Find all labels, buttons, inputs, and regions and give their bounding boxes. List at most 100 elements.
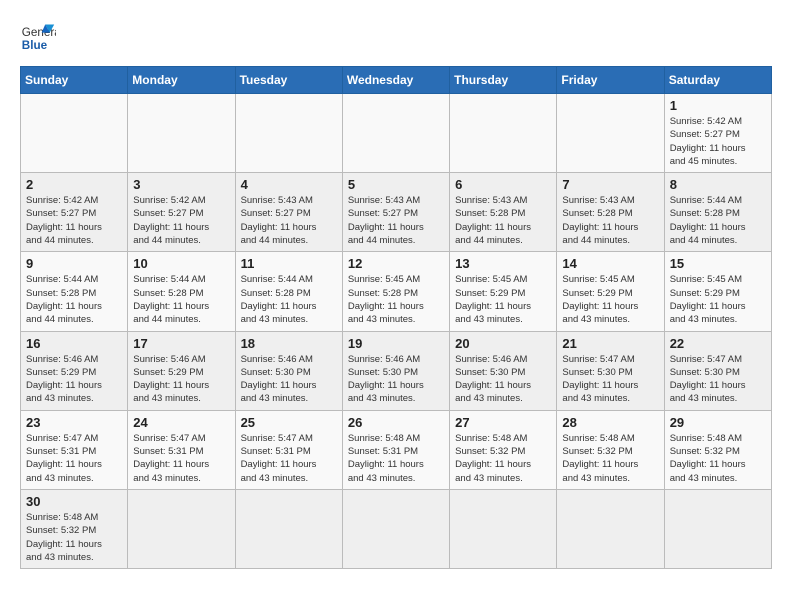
week-row-2: 2 Sunrise: 5:42 AM Sunset: 5:27 PM Daylig… bbox=[21, 173, 772, 252]
calendar-cell: 10 Sunrise: 5:44 AM Sunset: 5:28 PM Dayli… bbox=[128, 252, 235, 331]
calendar-cell bbox=[128, 489, 235, 568]
day-info: Sunrise: 5:44 AM Sunset: 5:28 PM Dayligh… bbox=[26, 273, 122, 326]
day-info: Sunrise: 5:48 AM Sunset: 5:32 PM Dayligh… bbox=[455, 432, 551, 485]
calendar-cell: 21 Sunrise: 5:47 AM Sunset: 5:30 PM Dayli… bbox=[557, 331, 664, 410]
day-info: Sunrise: 5:46 AM Sunset: 5:30 PM Dayligh… bbox=[241, 353, 337, 406]
calendar-cell: 27Sunrise: 5:48 AM Sunset: 5:32 PM Dayli… bbox=[450, 410, 557, 489]
calendar-cell: 5 Sunrise: 5:43 AM Sunset: 5:27 PM Daylig… bbox=[342, 173, 449, 252]
calendar-body: 1 Sunrise: 5:42 AM Sunset: 5:27 PM Daylig… bbox=[21, 94, 772, 569]
day-info: Sunrise: 5:43 AM Sunset: 5:27 PM Dayligh… bbox=[348, 194, 444, 247]
day-number: 7 bbox=[562, 177, 658, 192]
day-number: 18 bbox=[241, 336, 337, 351]
day-info: Sunrise: 5:47 AM Sunset: 5:30 PM Dayligh… bbox=[562, 353, 658, 406]
day-info: Sunrise: 5:46 AM Sunset: 5:29 PM Dayligh… bbox=[26, 353, 122, 406]
weekday-header-monday: Monday bbox=[128, 67, 235, 94]
calendar-cell: 30Sunrise: 5:48 AM Sunset: 5:32 PM Dayli… bbox=[21, 489, 128, 568]
day-number: 23 bbox=[26, 415, 122, 430]
day-number: 6 bbox=[455, 177, 551, 192]
logo-icon: General Blue bbox=[20, 20, 56, 56]
day-info: Sunrise: 5:45 AM Sunset: 5:29 PM Dayligh… bbox=[455, 273, 551, 326]
day-number: 16 bbox=[26, 336, 122, 351]
day-number: 15 bbox=[670, 256, 766, 271]
day-number: 14 bbox=[562, 256, 658, 271]
calendar-cell bbox=[128, 94, 235, 173]
day-number: 9 bbox=[26, 256, 122, 271]
week-row-5: 23 Sunrise: 5:47 AM Sunset: 5:31 PM Dayli… bbox=[21, 410, 772, 489]
day-number: 21 bbox=[562, 336, 658, 351]
week-row-6: 30Sunrise: 5:48 AM Sunset: 5:32 PM Dayli… bbox=[21, 489, 772, 568]
calendar-cell: 7 Sunrise: 5:43 AM Sunset: 5:28 PM Daylig… bbox=[557, 173, 664, 252]
calendar-cell: 13 Sunrise: 5:45 AM Sunset: 5:29 PM Dayli… bbox=[450, 252, 557, 331]
day-number: 22 bbox=[670, 336, 766, 351]
calendar-cell bbox=[557, 489, 664, 568]
day-number: 25 bbox=[241, 415, 337, 430]
calendar-cell: 24Sunrise: 5:47 AM Sunset: 5:31 PM Dayli… bbox=[128, 410, 235, 489]
day-number: 3 bbox=[133, 177, 229, 192]
day-info: Sunrise: 5:42 AM Sunset: 5:27 PM Dayligh… bbox=[670, 115, 766, 168]
calendar-cell: 18 Sunrise: 5:46 AM Sunset: 5:30 PM Dayli… bbox=[235, 331, 342, 410]
day-number: 10 bbox=[133, 256, 229, 271]
day-number: 29 bbox=[670, 415, 766, 430]
calendar-cell bbox=[342, 94, 449, 173]
week-row-1: 1 Sunrise: 5:42 AM Sunset: 5:27 PM Daylig… bbox=[21, 94, 772, 173]
day-info: Sunrise: 5:47 AM Sunset: 5:30 PM Dayligh… bbox=[670, 353, 766, 406]
day-info: Sunrise: 5:45 AM Sunset: 5:28 PM Dayligh… bbox=[348, 273, 444, 326]
weekday-header-wednesday: Wednesday bbox=[342, 67, 449, 94]
calendar-cell bbox=[342, 489, 449, 568]
calendar-cell: 2 Sunrise: 5:42 AM Sunset: 5:27 PM Daylig… bbox=[21, 173, 128, 252]
calendar-cell: 23Sunrise: 5:47 AM Sunset: 5:31 PM Dayli… bbox=[21, 410, 128, 489]
weekday-header-tuesday: Tuesday bbox=[235, 67, 342, 94]
day-number: 8 bbox=[670, 177, 766, 192]
day-info: Sunrise: 5:45 AM Sunset: 5:29 PM Dayligh… bbox=[670, 273, 766, 326]
calendar-cell bbox=[235, 489, 342, 568]
calendar-cell: 20 Sunrise: 5:46 AM Sunset: 5:30 PM Dayli… bbox=[450, 331, 557, 410]
calendar-cell: 1 Sunrise: 5:42 AM Sunset: 5:27 PM Daylig… bbox=[664, 94, 771, 173]
day-info: Sunrise: 5:43 AM Sunset: 5:28 PM Dayligh… bbox=[562, 194, 658, 247]
day-number: 20 bbox=[455, 336, 551, 351]
day-number: 2 bbox=[26, 177, 122, 192]
day-info: Sunrise: 5:45 AM Sunset: 5:29 PM Dayligh… bbox=[562, 273, 658, 326]
day-info: Sunrise: 5:48 AM Sunset: 5:31 PM Dayligh… bbox=[348, 432, 444, 485]
calendar-table: SundayMondayTuesdayWednesdayThursdayFrid… bbox=[20, 66, 772, 569]
weekday-header-friday: Friday bbox=[557, 67, 664, 94]
day-info: Sunrise: 5:44 AM Sunset: 5:28 PM Dayligh… bbox=[241, 273, 337, 326]
week-row-4: 16 Sunrise: 5:46 AM Sunset: 5:29 PM Dayli… bbox=[21, 331, 772, 410]
day-info: Sunrise: 5:47 AM Sunset: 5:31 PM Dayligh… bbox=[133, 432, 229, 485]
weekday-header-row: SundayMondayTuesdayWednesdayThursdayFrid… bbox=[21, 67, 772, 94]
calendar-cell bbox=[664, 489, 771, 568]
calendar-cell: 16 Sunrise: 5:46 AM Sunset: 5:29 PM Dayli… bbox=[21, 331, 128, 410]
day-info: Sunrise: 5:48 AM Sunset: 5:32 PM Dayligh… bbox=[562, 432, 658, 485]
calendar-cell: 22 Sunrise: 5:47 AM Sunset: 5:30 PM Dayli… bbox=[664, 331, 771, 410]
day-info: Sunrise: 5:46 AM Sunset: 5:30 PM Dayligh… bbox=[348, 353, 444, 406]
day-number: 1 bbox=[670, 98, 766, 113]
calendar-cell: 3 Sunrise: 5:42 AM Sunset: 5:27 PM Daylig… bbox=[128, 173, 235, 252]
calendar-cell bbox=[21, 94, 128, 173]
svg-text:Blue: Blue bbox=[22, 39, 48, 52]
calendar-cell bbox=[557, 94, 664, 173]
day-info: Sunrise: 5:44 AM Sunset: 5:28 PM Dayligh… bbox=[133, 273, 229, 326]
calendar-cell: 19 Sunrise: 5:46 AM Sunset: 5:30 PM Dayli… bbox=[342, 331, 449, 410]
day-info: Sunrise: 5:42 AM Sunset: 5:27 PM Dayligh… bbox=[133, 194, 229, 247]
day-number: 5 bbox=[348, 177, 444, 192]
day-number: 4 bbox=[241, 177, 337, 192]
day-number: 12 bbox=[348, 256, 444, 271]
day-number: 26 bbox=[348, 415, 444, 430]
calendar-cell: 12 Sunrise: 5:45 AM Sunset: 5:28 PM Dayli… bbox=[342, 252, 449, 331]
calendar-cell bbox=[235, 94, 342, 173]
day-info: Sunrise: 5:46 AM Sunset: 5:29 PM Dayligh… bbox=[133, 353, 229, 406]
day-info: Sunrise: 5:46 AM Sunset: 5:30 PM Dayligh… bbox=[455, 353, 551, 406]
day-info: Sunrise: 5:42 AM Sunset: 5:27 PM Dayligh… bbox=[26, 194, 122, 247]
day-info: Sunrise: 5:44 AM Sunset: 5:28 PM Dayligh… bbox=[670, 194, 766, 247]
day-info: Sunrise: 5:47 AM Sunset: 5:31 PM Dayligh… bbox=[241, 432, 337, 485]
calendar-cell: 14 Sunrise: 5:45 AM Sunset: 5:29 PM Dayli… bbox=[557, 252, 664, 331]
header: General Blue bbox=[20, 20, 772, 56]
calendar-cell bbox=[450, 489, 557, 568]
weekday-header-thursday: Thursday bbox=[450, 67, 557, 94]
day-number: 19 bbox=[348, 336, 444, 351]
calendar-cell: 11Sunrise: 5:44 AM Sunset: 5:28 PM Dayli… bbox=[235, 252, 342, 331]
day-number: 13 bbox=[455, 256, 551, 271]
calendar-cell: 6 Sunrise: 5:43 AM Sunset: 5:28 PM Daylig… bbox=[450, 173, 557, 252]
day-info: Sunrise: 5:43 AM Sunset: 5:28 PM Dayligh… bbox=[455, 194, 551, 247]
calendar-cell: 15 Sunrise: 5:45 AM Sunset: 5:29 PM Dayli… bbox=[664, 252, 771, 331]
week-row-3: 9 Sunrise: 5:44 AM Sunset: 5:28 PM Daylig… bbox=[21, 252, 772, 331]
